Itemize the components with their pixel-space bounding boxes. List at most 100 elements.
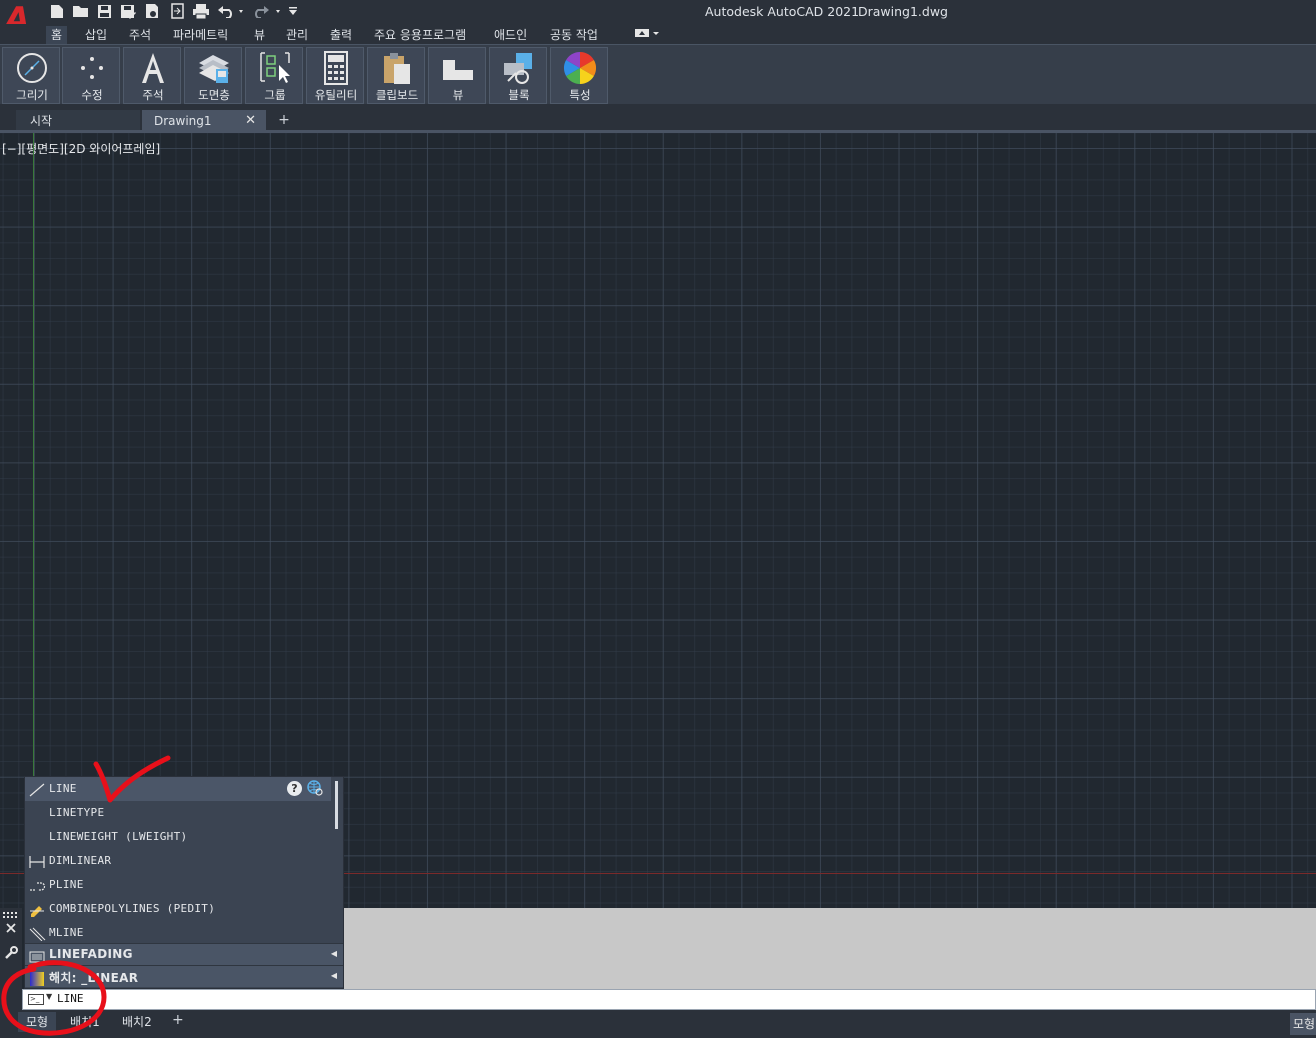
command-prompt-icon[interactable]: >_	[28, 994, 44, 1005]
tab-output[interactable]: 출력	[325, 26, 357, 44]
color-wheel-icon	[551, 50, 609, 86]
autocomplete-scrollbar[interactable]	[331, 777, 343, 944]
ribbon-display-toggle[interactable]	[628, 26, 666, 44]
import-icon[interactable]	[168, 2, 186, 20]
grip-handle-icon[interactable]	[0, 908, 22, 923]
properties-label: 특성	[569, 88, 591, 102]
tab-manage[interactable]: 관리	[281, 26, 313, 44]
linefading-icon	[28, 949, 46, 963]
scrollbar-thumb[interactable]	[335, 781, 338, 829]
properties-button[interactable]: 특성	[550, 47, 608, 104]
help-icon[interactable]: ?	[287, 781, 302, 796]
customize-icon[interactable]	[286, 2, 300, 20]
clipboard-icon	[368, 50, 426, 86]
redo-icon[interactable]	[251, 2, 281, 20]
tab-collaborate[interactable]: 공동 작업	[545, 26, 603, 44]
autocomplete-section-linefading[interactable]: LINEFADING ◀	[25, 943, 343, 965]
tab-layout2[interactable]: 배치2	[114, 1012, 160, 1032]
utilities-label: 유틸리티	[314, 88, 358, 102]
block-button[interactable]: 블록	[489, 47, 547, 104]
tab-model[interactable]: 모형	[18, 1012, 57, 1032]
tab-home[interactable]: 홈	[46, 26, 68, 44]
modify-button[interactable]: 수정	[62, 47, 120, 104]
autocomplete-item-label: LINETYPE	[49, 806, 105, 819]
chevron-left-icon[interactable]: ◀	[331, 949, 337, 958]
print-preview-icon[interactable]	[143, 2, 161, 20]
file-title: Drawing1.dwg	[858, 4, 948, 19]
close-icon[interactable]: ✕	[245, 110, 256, 132]
annotation-button[interactable]: 주석	[123, 47, 181, 104]
command-autocomplete-list: LINE ? LINETYPE LINEWEIGHT (LWEIGHT) DIM…	[24, 776, 344, 989]
block-label: 블록	[508, 88, 530, 102]
line-icon	[28, 782, 46, 797]
pline-icon	[28, 878, 46, 892]
model-space-toggle[interactable]: 모형	[1290, 1013, 1316, 1035]
autocomplete-item-label: MLINE	[49, 926, 84, 939]
tab-layout1[interactable]: 배치1	[62, 1012, 108, 1032]
dimlinear-icon	[28, 854, 46, 868]
command-input[interactable]: >_ ▼ LINE	[22, 989, 1316, 1010]
autocomplete-item-line[interactable]: LINE ?	[25, 777, 331, 801]
autocad-window: A Autodesk AutoCAD 2021 Drawing1.dwg 홈 삽…	[0, 0, 1316, 1038]
tab-drawing1-label: Drawing1	[154, 114, 212, 128]
tab-insert[interactable]: 삽입	[80, 26, 112, 44]
tab-featured-apps[interactable]: 주요 응용프로그램	[369, 26, 471, 44]
command-line-sidebar	[0, 908, 22, 1010]
layout-tab-bar: 모형 배치1 배치2 + 모형	[0, 1010, 1316, 1038]
tab-parametric[interactable]: 파라메트릭	[168, 26, 233, 44]
plot-icon[interactable]	[191, 2, 211, 20]
customize-wrench-icon[interactable]	[0, 946, 22, 964]
draw-label: 그리기	[16, 88, 48, 102]
autocomplete-item-lineweight[interactable]: LINEWEIGHT (LWEIGHT)	[25, 825, 331, 849]
save-icon[interactable]	[95, 2, 113, 20]
autocomplete-item-linetype[interactable]: LINETYPE	[25, 801, 331, 825]
ribbon-tab-bar: 홈 삽입 주석 파라메트릭 뷰 관리 출력 주요 응용프로그램 애드인 공동 작…	[0, 24, 1316, 44]
pedit-icon	[28, 902, 46, 917]
close-command-line-icon[interactable]	[0, 922, 22, 938]
chevron-left-icon[interactable]: ◀	[331, 971, 337, 980]
new-icon[interactable]	[48, 2, 66, 20]
command-input-text[interactable]: LINE	[57, 992, 84, 1005]
draw-button[interactable]: 그리기	[2, 47, 60, 104]
autocomplete-item-dimlinear[interactable]: DIMLINEAR	[25, 849, 331, 873]
text-a-icon	[124, 50, 182, 86]
autocomplete-section-label: 해치: _LINEAR	[49, 971, 139, 985]
app-title: Autodesk AutoCAD 2021	[705, 4, 860, 19]
new-tab-plus-icon[interactable]: +	[276, 112, 292, 128]
globe-search-icon[interactable]	[307, 780, 323, 796]
undo-icon[interactable]	[216, 2, 244, 20]
open-icon[interactable]	[71, 2, 89, 20]
group-button[interactable]: 그룹	[245, 47, 303, 104]
group-label: 그룹	[264, 88, 286, 102]
draw-icon	[3, 50, 61, 86]
autocomplete-item-pline[interactable]: PLINE	[25, 873, 331, 897]
utilities-button[interactable]: 유틸리티	[306, 47, 364, 104]
tab-view[interactable]: 뷰	[249, 26, 270, 44]
layers-icon	[185, 50, 243, 86]
viewport-controls[interactable]: [−][평면도][2D 와이어프레임]	[2, 140, 160, 157]
tab-addins[interactable]: 애드인	[489, 26, 532, 44]
modify-icon	[63, 50, 121, 86]
view-icon	[429, 50, 487, 86]
autocomplete-item-label: COMBINEPOLYLINES (PEDIT)	[49, 902, 216, 915]
view-label: 뷰	[452, 88, 464, 102]
tab-start[interactable]: 시작	[16, 110, 140, 132]
clipboard-label: 클립보드	[375, 88, 419, 102]
autocomplete-item-label: DIMLINEAR	[49, 854, 112, 867]
layers-button[interactable]: 도면층	[184, 47, 242, 104]
clipboard-button[interactable]: 클립보드	[367, 47, 425, 104]
save-as-icon[interactable]	[119, 2, 137, 20]
layers-label: 도면층	[198, 88, 230, 102]
tab-drawing1[interactable]: Drawing1 ✕	[142, 110, 266, 132]
add-layout-plus-icon[interactable]: +	[172, 1012, 184, 1028]
modify-label: 수정	[81, 88, 103, 102]
tab-annotate[interactable]: 주석	[124, 26, 156, 44]
autocomplete-section-hatch[interactable]: 해치: _LINEAR ◀	[25, 965, 343, 987]
chevron-down-icon[interactable]: ▼	[46, 992, 52, 1001]
annotation-label: 주석	[142, 88, 164, 102]
mline-icon	[28, 926, 46, 942]
ribbon-panel: 그리기 수정 주석 도면층 그룹 유틸리티 클립보드 뷰 블록 특성	[0, 44, 1316, 104]
autocomplete-item-mline[interactable]: MLINE	[25, 921, 331, 945]
view-button[interactable]: 뷰	[428, 47, 486, 104]
autocomplete-item-combinepolylines[interactable]: COMBINEPOLYLINES (PEDIT)	[25, 897, 331, 921]
